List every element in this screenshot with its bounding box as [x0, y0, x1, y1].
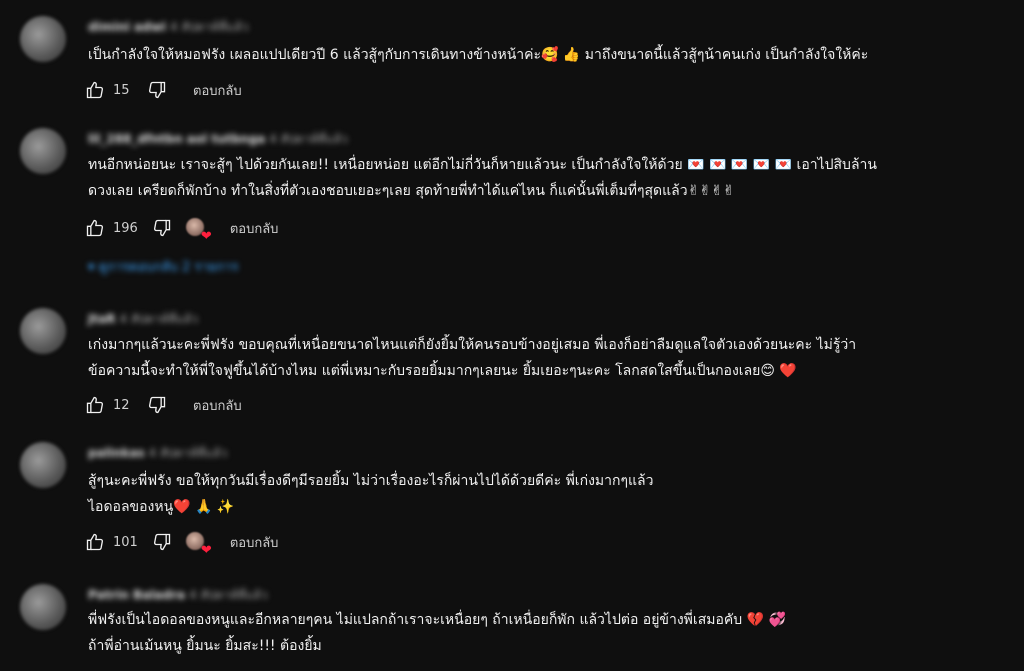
comment-text: เป็นกำลังใจให้หมอฟรัง เผลอแปปเดียวปี 6 แ… [88, 47, 869, 63]
view-replies-button[interactable]: ▾ ดูการตอบกลับ 2 รายการ [88, 256, 238, 277]
comment-text-line: ดวงเลย เครียดก็พักบ้าง ทำในสิ่งที่ตัวเอง… [88, 183, 735, 199]
like-count: 12 [113, 397, 130, 413]
avatar[interactable] [20, 308, 66, 354]
comment-meta: dimini adwi 4 สัปดาห์ที่แล้ว [88, 18, 249, 34]
reply-button[interactable]: ตอบกลับ [193, 395, 242, 416]
reply-button[interactable]: ตอบกลับ [193, 80, 242, 101]
comment-text-line: เก่งมากๆแล้วนะคะพี่ฟรัง ขอบคุณที่เหนื่อย… [88, 337, 857, 353]
comment-meta: Patrin Baladra 4 สัปดาห์ที่แล้ว [88, 586, 268, 602]
comment-time[interactable]: 4 สัปดาห์ที่แล้ว [170, 20, 249, 34]
comment-actions: 196 ❤ ตอบกลับ [85, 216, 279, 243]
author-name[interactable]: JtaR [88, 312, 116, 326]
like-count: 101 [113, 534, 138, 550]
comment-text-line: ข้อความนี้จะทำให้พี่ใจฟูขึ้นได้บ้างไหม แ… [88, 363, 797, 379]
comment-text: พี่ฟรังเป็นไอดอลของหนูและอีกหลายๆคน ไม่แ… [88, 607, 994, 659]
comment-text: สู้ๆนะคะพี่ฟรัง ขอให้ทุกวันมีเรื่องดีๆมี… [88, 468, 994, 520]
comment-text-line: พี่ฟรังเป็นไอดอลของหนูและอีกหลายๆคน ไม่แ… [88, 612, 786, 628]
thumb-up-icon[interactable] [85, 80, 105, 100]
view-replies-label: ดูการตอบกลับ 2 รายการ [98, 260, 239, 275]
comment-actions: 12 ตอบกลับ [85, 393, 242, 417]
comment-text: ทนอีกหน่อยนะ เราจะสู้ๆ ไปด้วยกันเลย!! เห… [88, 152, 994, 204]
thumb-up-icon[interactable] [85, 395, 105, 415]
comment-meta: lil_288_dfntbn aol tutbnga 4 สัปดาห์ที่แ… [88, 130, 348, 146]
creator-heart-icon: ❤ [185, 532, 212, 557]
creator-heart-icon: ❤ [185, 218, 212, 243]
comment-text-line: ทนอีกหน่อยนะ เราจะสู้ๆ ไปด้วยกันเลย!! เห… [88, 157, 877, 173]
thumb-down-icon[interactable] [147, 395, 167, 415]
author-name[interactable]: Patrin Baladra [88, 588, 185, 602]
comment-time[interactable]: 4 สัปดาห์ที่แล้ว [269, 132, 348, 146]
heart-icon: ❤ [200, 543, 212, 558]
thumb-up-icon[interactable] [85, 532, 105, 552]
comment-time[interactable]: 4 สัปดาห์ที่แล้ว [119, 312, 198, 326]
heart-icon: ❤ [200, 229, 212, 244]
comment-meta: JtaR 4 สัปดาห์ที่แล้ว [88, 310, 198, 326]
thumb-down-icon[interactable] [147, 80, 167, 100]
avatar[interactable] [20, 442, 66, 488]
comment-actions: 15 ตอบกลับ [85, 78, 242, 102]
comment-text-line: ไอดอลของหนู❤️ 🙏 ✨ [88, 499, 235, 515]
reply-button[interactable]: ตอบกลับ [230, 218, 279, 239]
reply-button[interactable]: ตอบกลับ [230, 532, 279, 553]
comment-time[interactable]: 4 สัปดาห์ที่แล้ว [149, 446, 228, 460]
author-name[interactable]: dimini adwi [88, 20, 166, 34]
avatar[interactable] [20, 16, 66, 62]
thumb-down-icon[interactable] [152, 532, 172, 552]
comment-text-line: ถ้าพี่อ่านเม้นหนู ยิ้มนะ ยิ้มสะ!!! ต้องย… [88, 638, 322, 654]
thumb-down-icon[interactable] [152, 218, 172, 238]
comment-time[interactable]: 4 สัปดาห์ที่แล้ว [189, 588, 268, 602]
comment-text: เก่งมากๆแล้วนะคะพี่ฟรัง ขอบคุณที่เหนื่อย… [88, 332, 994, 384]
avatar[interactable] [20, 128, 66, 174]
comment-meta: palinkas 4 สัปดาห์ที่แล้ว [88, 444, 228, 460]
like-count: 196 [113, 220, 138, 236]
like-count: 15 [113, 82, 130, 98]
author-name[interactable]: lil_288_dfntbn aol tutbnga [88, 132, 265, 146]
thumb-up-icon[interactable] [85, 218, 105, 238]
avatar[interactable] [20, 584, 66, 630]
author-name[interactable]: palinkas [88, 446, 145, 460]
comment-text-line: สู้ๆนะคะพี่ฟรัง ขอให้ทุกวันมีเรื่องดีๆมี… [88, 473, 654, 489]
comment-actions: 101 ❤ ตอบกลับ [85, 530, 279, 557]
